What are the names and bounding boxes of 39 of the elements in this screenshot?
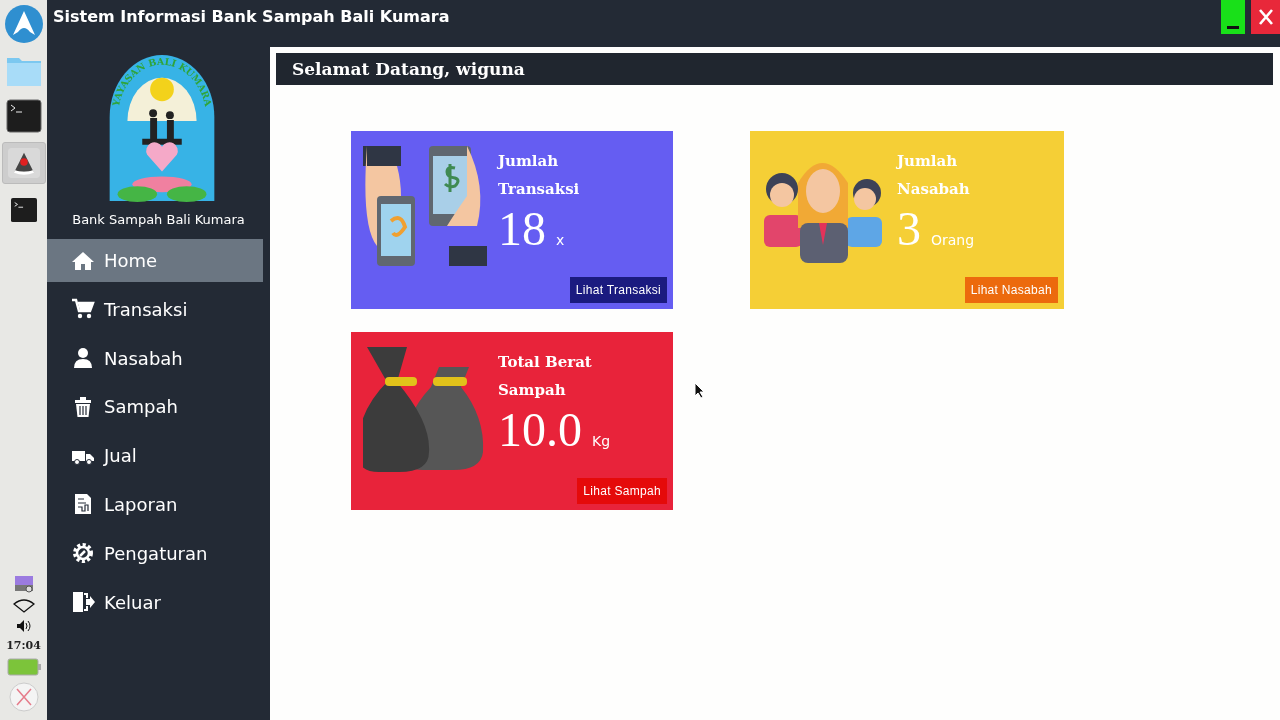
wifi-icon[interactable] <box>12 599 35 613</box>
volume-icon[interactable] <box>15 619 32 633</box>
user-icon <box>71 346 95 371</box>
view-button[interactable]: Lihat Transaksi <box>569 277 667 303</box>
card-value: 10.0 <box>498 404 582 456</box>
window-title: Sistem Informasi Bank Sampah Bali Kumara <box>52 6 450 26</box>
app-launcher[interactable] <box>1 142 46 184</box>
sidebar-item[interactable]: Nasabah <box>47 336 263 380</box>
card-unit: Orang <box>931 232 975 248</box>
card-unit: Kg <box>592 433 611 449</box>
minimize-icon <box>1227 26 1239 30</box>
card-value: 18 <box>498 203 546 255</box>
organization-name: Bank Sampah Bali Kumara <box>72 212 245 227</box>
sidebar-item[interactable]: Jual <box>47 434 263 478</box>
close-icon <box>1257 8 1274 26</box>
gear-icon <box>71 541 95 566</box>
arch-logo-icon[interactable] <box>3 4 44 44</box>
close-button[interactable] <box>1251 0 1280 34</box>
welcome-text: Selamat Datang, wiguna <box>292 59 525 79</box>
terminal-icon <box>5 99 42 133</box>
view-button[interactable]: Lihat Sampah <box>577 478 667 504</box>
mouse-cursor-icon <box>694 382 706 399</box>
sidebar-item[interactable]: Sampah <box>47 385 263 429</box>
sidebar-item[interactable]: Transaksi <box>47 287 263 331</box>
sidebar-item[interactable]: Pengaturan <box>47 531 263 575</box>
card-title: Jumlah Transaksi <box>498 151 581 200</box>
clock[interactable]: 17:04 <box>6 639 41 652</box>
storage-icon[interactable] <box>13 575 34 593</box>
sidebar-item[interactable]: Laporan <box>47 483 263 526</box>
sidebar-item[interactable]: Keluar <box>47 580 263 624</box>
card-value: 3 <box>897 203 921 255</box>
sidebar-item[interactable]: Home <box>47 239 263 282</box>
java-app-icon <box>6 147 41 179</box>
minimize-button[interactable] <box>1221 0 1245 34</box>
card-title: Jumlah Nasabah <box>897 151 971 200</box>
card-unit: x <box>556 232 565 248</box>
terminal-icon <box>9 197 38 223</box>
exit-icon <box>71 590 95 615</box>
card-title: Total Berat Sampah <box>498 352 593 401</box>
